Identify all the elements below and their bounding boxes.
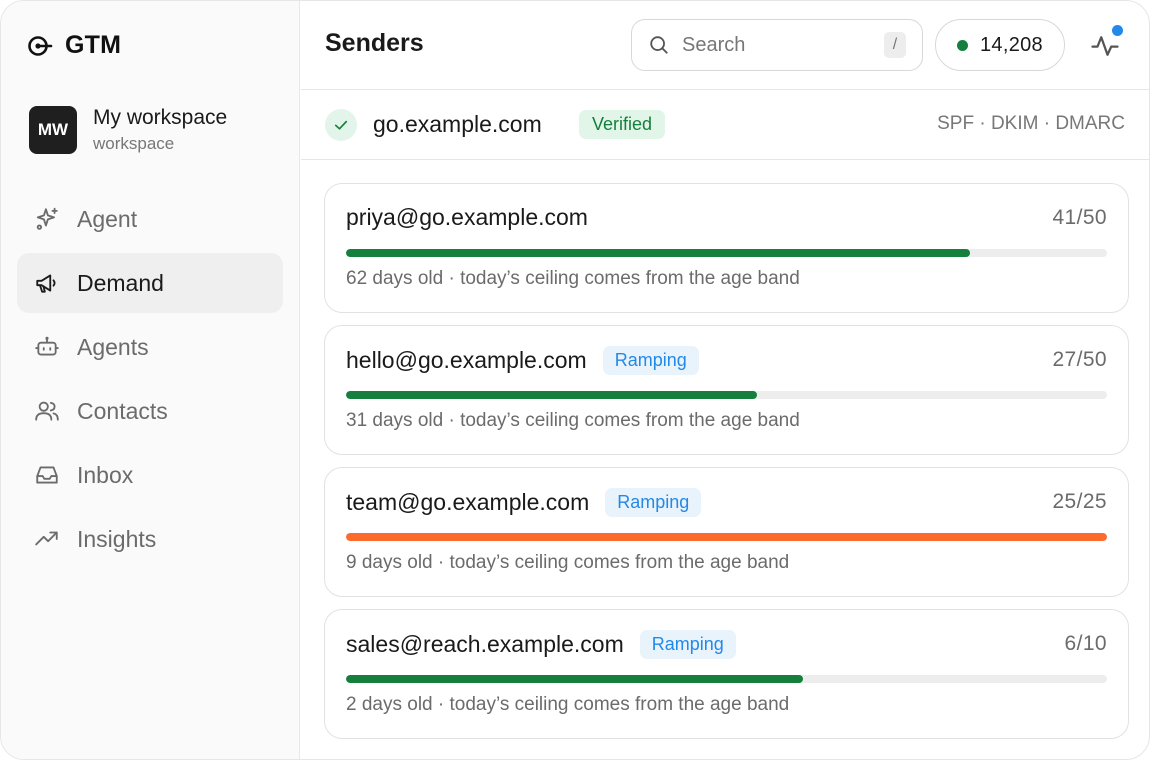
ramping-badge: Ramping [605,488,702,517]
progress-fill [346,675,803,683]
sidebar-item-label: Insights [77,525,157,552]
send-quota-progress-bar [346,391,1107,399]
workspace-name: My workspace [93,106,228,129]
sender-meta: 2 days old · today’s ceiling comes from … [346,694,790,715]
progress-fill [346,391,757,399]
send-quota-progress-bar [346,249,1107,257]
trending-up-icon [33,525,61,553]
status-dot-icon [957,39,968,51]
sender-card[interactable]: sales@reach.example.com Ramping 6/10 2 d… [324,609,1129,739]
app-window: GTM MW My workspace workspace Agent Dema… [0,0,1150,760]
workspace-avatar: MW [29,105,77,154]
ramping-badge: Ramping [602,346,699,375]
sidebar: GTM MW My workspace workspace Agent Dema… [1,1,300,759]
users-icon [33,397,61,425]
search-placeholder: Search [682,33,746,56]
credits-value: 14,208 [980,33,1043,56]
sidebar-item-label: Agents [77,333,149,360]
top-bar: Senders Search / 14,208 [301,1,1149,90]
sidebar-item-demand[interactable]: Demand [17,253,283,313]
sender-card[interactable]: team@go.example.com Ramping 25/25 9 days… [324,467,1129,597]
inbox-icon [33,461,61,489]
sender-send-count: 6/10 [1064,632,1107,655]
sidebar-item-inbox[interactable]: Inbox [17,445,283,505]
sender-email: priya@go.example.com [346,204,588,230]
activity-button[interactable] [1087,25,1123,64]
search-input[interactable]: Search / [631,19,923,71]
brand[interactable]: GTM [27,31,121,60]
sidebar-item-label: Agent [77,205,138,232]
sidebar-item-label: Demand [77,269,164,296]
verified-badge: Verified [579,110,666,139]
progress-fill [346,249,971,257]
progress-fill [346,533,1107,541]
send-quota-progress-bar [346,533,1107,541]
sender-send-count: 25/25 [1052,490,1107,513]
sidebar-item-agents[interactable]: Agents [17,317,283,377]
sender-email: sales@reach.example.com [346,631,624,657]
gtm-logo-icon [28,35,53,56]
sender-email: team@go.example.com [346,489,590,515]
sender-meta: 31 days old · today’s ceiling comes from… [346,410,800,431]
sidebar-item-label: Contacts [77,397,168,424]
check-icon [325,109,357,141]
workspace-switcher[interactable]: MW My workspace workspace [29,105,227,154]
sidebar-nav: Agent Demand Agents Contacts Inbox Insig… [17,189,283,573]
workspace-subtitle: workspace [93,134,175,154]
sidebar-item-contacts[interactable]: Contacts [17,381,283,441]
sender-email: hello@go.example.com [346,347,587,373]
ramping-badge: Ramping [639,630,736,659]
sender-send-count: 41/50 [1052,206,1107,229]
credits-badge[interactable]: 14,208 [935,19,1065,71]
senders-list: priya@go.example.com 41/50 62 days old ·… [324,183,1129,751]
sender-card[interactable]: hello@go.example.com Ramping 27/50 31 da… [324,325,1129,455]
domain-name: go.example.com [373,111,542,137]
brand-name: GTM [65,31,122,59]
sender-send-count: 27/50 [1052,348,1107,371]
domain-header: go.example.com Verified SPF · DKIM · DMA… [301,91,1149,160]
sender-card[interactable]: priya@go.example.com 41/50 62 days old ·… [324,183,1129,313]
domain-auth-records: SPF · DKIM · DMARC [937,113,1125,134]
notification-dot-icon [1112,25,1123,36]
sidebar-item-label: Inbox [77,461,134,488]
page-title: Senders [325,29,424,57]
sidebar-item-insights[interactable]: Insights [17,509,283,569]
sender-meta: 62 days old · today’s ceiling comes from… [346,268,800,289]
bot-icon [33,333,61,361]
send-quota-progress-bar [346,675,1107,683]
search-icon [650,36,668,54]
sender-meta: 9 days old · today’s ceiling comes from … [346,552,790,573]
search-shortcut-key: / [884,32,906,58]
sparkle-icon [33,205,61,233]
sidebar-item-agent[interactable]: Agent [17,189,283,249]
megaphone-icon [33,269,61,297]
main-content: Senders Search / 14,208 go.example.com V… [301,1,1149,759]
